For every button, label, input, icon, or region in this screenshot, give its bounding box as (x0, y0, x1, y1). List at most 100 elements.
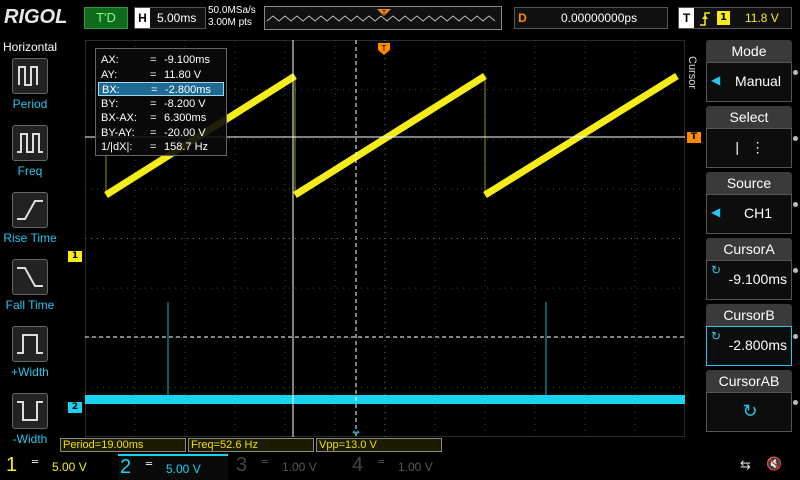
rotate-knob-icon: ↻ (742, 401, 758, 421)
readout-equals: = (150, 97, 157, 110)
rising-edge-icon (700, 12, 710, 26)
cursor-b-value: -2.800ms (728, 337, 787, 353)
readout-key: BX: (102, 84, 120, 96)
frequency-measurement: Freq=52.6 Hz (188, 438, 314, 452)
readout-value: -20.00 V (164, 126, 206, 139)
channel-bar: 1 ═ 5.00 V 2 ═ 5.00 V 3 ═ 1.00 V 4 ═ 1.00 V ⇆ 🔇 (0, 452, 800, 480)
rise-time-icon (17, 200, 43, 220)
timebase-value: 5.00ms (157, 11, 197, 25)
channel-4-status[interactable]: 4 ═ 1.00 V (350, 454, 460, 480)
memory-trigger-marker: T (382, 10, 387, 17)
softkey-indicator-dot (793, 136, 798, 141)
period-measurement: Period=19.00ms (60, 438, 186, 452)
channel-3-status[interactable]: 3 ═ 1.00 V (234, 454, 344, 480)
readout-equals: = (150, 141, 157, 153)
channel-number: 4 (352, 454, 364, 476)
ch2-trace-band (85, 395, 685, 404)
select-softkey[interactable]: Select | ⋮ (706, 106, 792, 168)
mode-value: Manual (735, 73, 781, 89)
channel-number: 1 (6, 454, 18, 476)
readout-row: BY-AY: = -20.00 V (98, 126, 224, 140)
status-bar: RIGOL T'D H 5.00ms 50.0MSa/s 3.00M pts T… (0, 0, 800, 38)
positive-width-label: +Width (11, 365, 49, 379)
readout-equals: = (150, 68, 157, 81)
readout-row: AY: = 11.80 V (98, 68, 224, 82)
cursor-ab-title: CursorAB (706, 370, 792, 392)
cursor-b-title: CursorB (706, 304, 792, 326)
cursor-a-title: CursorA (706, 238, 792, 260)
memory-depth: 3.00M pts (208, 17, 252, 28)
channel-scale: 5.00 V (52, 460, 87, 474)
delay-value: 0.00000000ps (561, 11, 638, 25)
cursor-ab-softkey[interactable]: CursorAB ↻ (706, 370, 792, 432)
trigger-status-badge: T'D (84, 7, 128, 29)
period-icon (18, 66, 38, 86)
trigger-info-display[interactable]: T 1 11.8 V (678, 7, 792, 29)
readout-value: 158.7 Hz (164, 141, 209, 153)
channel-1-status[interactable]: 1 ═ 5.00 V (4, 454, 114, 480)
readout-value: -8.200 V (164, 97, 206, 110)
memory-waveform-icon: T (266, 9, 496, 22)
select-cursor-icon: | ⋮ (735, 139, 765, 155)
ch1-offset-marker[interactable]: 1 (68, 251, 82, 262)
dc-coupling-icon: ═ (262, 457, 269, 468)
negative-width-button[interactable] (12, 393, 48, 429)
fall-time-label: Fall Time (5, 298, 55, 312)
ch2-offset-marker[interactable]: 2 (68, 402, 82, 413)
period-button[interactable] (12, 58, 48, 94)
dc-coupling-icon: ═ (146, 459, 153, 470)
source-value: CH1 (743, 205, 772, 221)
trigger-delay-display[interactable]: D 0.00000000ps (514, 7, 668, 29)
channel-number: 2 (120, 456, 132, 478)
memory-overview-bar[interactable]: T (264, 6, 502, 30)
ch2-offset-label: 2 (71, 402, 79, 412)
source-softkey[interactable]: Source ◀ CH1 (706, 172, 792, 234)
cursor-a-value: -9.100ms (728, 271, 787, 287)
brand-logo: RIGOL (4, 6, 68, 28)
vpp-measurement: Vpp=13.0 V (316, 438, 442, 452)
frequency-button[interactable] (12, 125, 48, 161)
trigger-position-label: T (382, 44, 387, 53)
readout-equals: = (151, 84, 158, 96)
channel-scale: 5.00 V (166, 462, 201, 476)
measurement-bar: Period=19.00ms Freq=52.6 Hz Vpp=13.0 V (60, 438, 686, 452)
mode-title: Mode (706, 40, 792, 62)
readout-value: 6.300ms (164, 112, 207, 124)
channel-number: 3 (236, 454, 248, 476)
readout-equals: = (150, 126, 157, 139)
readout-key: BY-AY: (101, 126, 135, 139)
positive-width-button[interactable] (12, 326, 48, 362)
mode-softkey[interactable]: Mode ◀ Manual (706, 40, 792, 102)
horizontal-key: H (135, 8, 150, 28)
menu-title: Horizontal (2, 40, 58, 54)
timebase-display[interactable]: H 5.00ms (134, 7, 206, 29)
softkey-indicator-dot (793, 334, 798, 339)
readout-key: BY: (101, 97, 119, 110)
positive-width-icon (17, 334, 43, 354)
readout-row: BY: = -8.200 V (98, 97, 224, 111)
trigger-level-marker[interactable]: T (687, 132, 701, 143)
trigger-source-badge: 1 (717, 11, 730, 25)
frequency-icon (17, 133, 43, 153)
channel-2-status[interactable]: 2 ═ 5.00 V (118, 454, 228, 480)
mute-icon[interactable]: 🔇 (766, 457, 782, 472)
ch1-offset-label: 1 (71, 251, 79, 261)
cursor-a-softkey[interactable]: CursorA ↻ -9.100ms (706, 238, 792, 300)
channel-scale: 1.00 V (282, 460, 317, 474)
trigger-level-value: 11.8 V (745, 11, 779, 25)
readout-equals: = (150, 112, 157, 124)
trigger-key: T (679, 8, 694, 28)
readout-value: -9.100ms (164, 54, 210, 66)
frequency-label: Freq (17, 164, 43, 178)
fall-time-icon (17, 267, 43, 287)
readout-row: BX-AX: = 6.300ms (98, 111, 224, 125)
dc-coupling-icon: ═ (32, 457, 39, 468)
readout-key: BX-AX: (101, 112, 138, 124)
readout-value: -2.800ms (165, 84, 211, 96)
source-title: Source (706, 172, 792, 194)
rise-time-button[interactable] (12, 192, 48, 228)
fall-time-button[interactable] (12, 259, 48, 295)
period-label: Period (12, 97, 48, 111)
cursor-b-softkey[interactable]: CursorB ↻ -2.800ms (706, 304, 792, 366)
softkey-indicator-dot (793, 400, 798, 405)
